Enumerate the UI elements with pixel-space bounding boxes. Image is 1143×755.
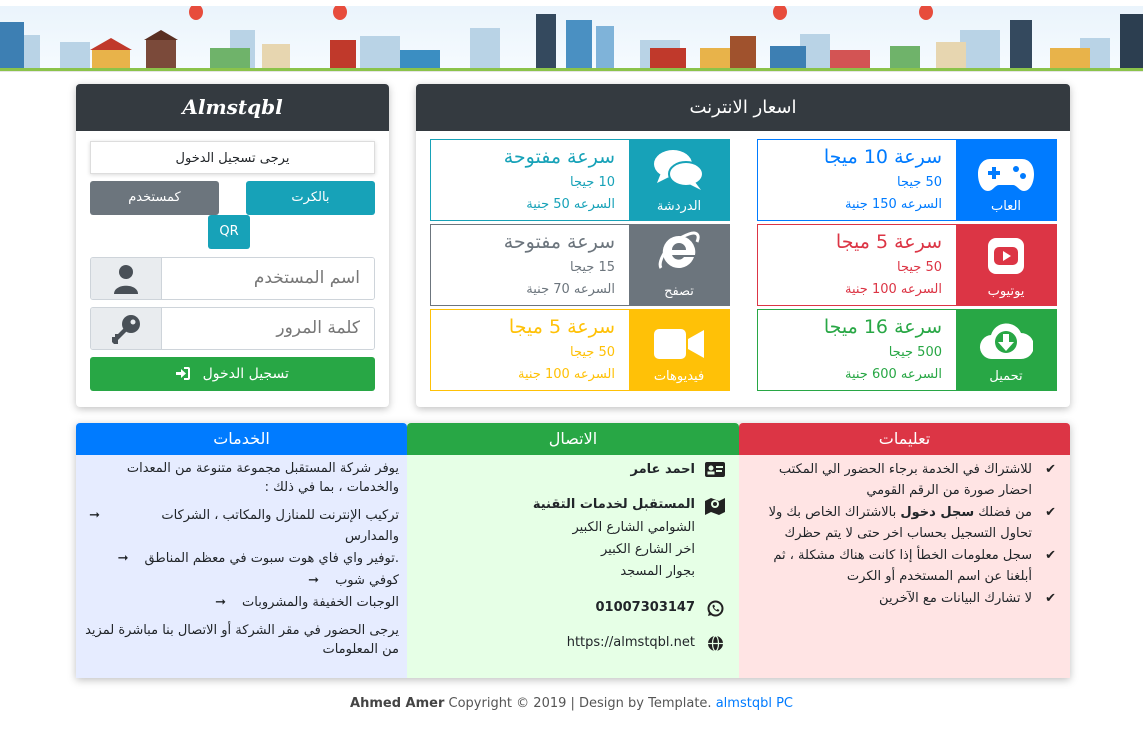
contact-website[interactable]: https://almstqbl.net bbox=[567, 632, 695, 653]
price-tile-chat[interactable]: الدردشة سرعة مفتوحة 10 جيجا السرعه 50 جن… bbox=[430, 139, 730, 221]
browser-icon bbox=[658, 231, 700, 269]
price-tile-browsing[interactable]: تصفح سرعة مفتوحة 15 جيجا السرعه 70 جنية bbox=[430, 224, 730, 306]
arrow-right-icon: ➞ bbox=[117, 551, 129, 566]
list-item: ✔ لا تشارك البيانات مع الآخرين bbox=[749, 588, 1056, 609]
tile-label: فيديوهات bbox=[653, 369, 705, 384]
services-intro: يوفر شركة المستقبل مجموعة متنوعة من المع… bbox=[126, 461, 399, 495]
address-line: بجوار المسجد bbox=[620, 564, 695, 579]
city-banner bbox=[0, 0, 1143, 72]
globe-icon bbox=[705, 632, 725, 653]
tile-speed: سرعة مفتوحة bbox=[503, 146, 615, 168]
footer-text: Copyright © 2019 | Design by Template. bbox=[444, 696, 716, 711]
tile-quota: 50 جيجا bbox=[897, 260, 942, 275]
tile-label: تحميل bbox=[989, 369, 1023, 384]
user-login-button[interactable]: كمستخدم bbox=[90, 181, 219, 215]
tile-speed: سرعة 10 ميجا bbox=[823, 146, 942, 168]
tile-price: السرعه 100 جنية bbox=[844, 282, 942, 297]
cloud-download-icon bbox=[980, 323, 1033, 360]
tile-label: الدردشة bbox=[656, 199, 702, 214]
price-tile-videos[interactable]: فيديوهات سرعة 5 ميجا 50 جيجا السرعه 100 … bbox=[430, 309, 730, 391]
tile-price: السرعه 50 جنية bbox=[526, 197, 615, 212]
tile-quota: 50 جيجا bbox=[570, 345, 615, 360]
contact-phone[interactable]: 01007303147 bbox=[596, 597, 696, 618]
tile-quota: 15 جيجا bbox=[570, 260, 615, 275]
username-field[interactable]: اسم المستخدم bbox=[90, 257, 375, 300]
tile-speed: سرعة مفتوحة bbox=[503, 231, 615, 253]
check-icon: ✔ bbox=[1045, 591, 1056, 606]
footer: Ahmed Amer Copyright © 2019 | Design by … bbox=[0, 696, 1143, 711]
tile-price: السرعه 70 جنية bbox=[526, 282, 615, 297]
list-item: كوفي شوب ➞ bbox=[84, 570, 399, 591]
tile-label: يوتيوب bbox=[987, 284, 1025, 299]
price-tile-games[interactable]: العاب سرعة 10 ميجا 50 جيجا السرعه 150 جن… bbox=[757, 139, 1057, 221]
password-input[interactable]: كلمة المرور bbox=[162, 308, 374, 349]
tile-price: السرعه 600 جنية bbox=[844, 367, 942, 382]
id-card-icon bbox=[705, 459, 725, 480]
tile-speed: سرعة 16 ميجا bbox=[823, 316, 942, 338]
contact-title: الاتصال bbox=[407, 423, 739, 455]
check-icon: ✔ bbox=[1045, 505, 1056, 520]
arrow-right-icon: ➞ bbox=[89, 508, 100, 523]
chat-icon bbox=[654, 150, 704, 190]
user-icon bbox=[91, 258, 162, 299]
key-icon bbox=[91, 308, 162, 349]
brand-title: Almstqbl bbox=[76, 84, 389, 131]
services-title: الخدمات bbox=[76, 423, 407, 455]
tile-price: السرعه 100 جنية bbox=[517, 367, 615, 382]
tile-quota: 10 جيجا bbox=[570, 175, 615, 190]
sign-in-icon bbox=[176, 359, 191, 393]
tile-price: السرعه 150 جنية bbox=[844, 197, 942, 212]
login-panel: Almstqbl يرجى تسجيل الدخول بالكرت كمستخد… bbox=[76, 84, 389, 407]
address-line: الشوامي الشارع الكبير bbox=[572, 520, 696, 535]
list-item: ✔ من فضلك سجل دخول بالاشتراك الخاص بك ولا… bbox=[749, 502, 1056, 544]
password-field[interactable]: كلمة المرور bbox=[90, 307, 375, 350]
tile-quota: 500 جيجا bbox=[888, 345, 942, 360]
contact-company: المستقبل لخدمات التقنية bbox=[532, 497, 695, 512]
address-line: اخر الشارع الكبير bbox=[600, 542, 695, 557]
city-skyline-illustration bbox=[0, 4, 1143, 71]
instructions-title: تعليمات bbox=[739, 423, 1070, 455]
login-button[interactable]: تسجيل الدخول bbox=[90, 357, 375, 391]
check-icon: ✔ bbox=[1045, 548, 1056, 563]
tile-quota: 50 جيجا bbox=[897, 175, 942, 190]
internet-prices-panel: اسعار الانترنت العاب سرعة 10 ميجا 50 جيج… bbox=[416, 84, 1070, 407]
qr-login-button[interactable]: QR bbox=[208, 215, 250, 249]
login-button-label: تسجيل الدخول bbox=[202, 366, 289, 382]
tile-label: تصفح bbox=[664, 284, 694, 299]
tile-speed: سرعة 5 ميجا bbox=[835, 231, 942, 253]
login-notice: يرجى تسجيل الدخول bbox=[90, 141, 375, 174]
check-icon: ✔ bbox=[1045, 462, 1056, 477]
list-item: الوجبات الخفيفة والمشروبات ➞ bbox=[84, 592, 399, 613]
card-login-button[interactable]: بالكرت bbox=[246, 181, 375, 215]
footer-author: Ahmed Amer bbox=[350, 696, 445, 711]
gamepad-icon bbox=[978, 159, 1034, 191]
map-marker-icon bbox=[705, 494, 725, 515]
list-item: ✔ للاشتراك في الخدمة برجاء الحضور الي الم… bbox=[749, 459, 1056, 501]
contact-name: احمد عامر bbox=[630, 462, 695, 477]
services-column: الخدمات يوفر شركة المستقبل مجموعة متنوعة… bbox=[76, 423, 407, 678]
arrow-right-icon: ➞ bbox=[308, 573, 320, 588]
list-item: تركيب الإنترنت للمنازل والمكاتب ، الشركا… bbox=[84, 505, 399, 547]
whatsapp-icon bbox=[705, 597, 725, 618]
username-input[interactable]: اسم المستخدم bbox=[162, 258, 374, 299]
services-outro: يرجى الحضور في مقر الشركة أو الاتصال بنا… bbox=[85, 623, 399, 657]
list-item: ✔ سجل معلومات الخطأ إذا كانت هناك مشكلة ،… bbox=[749, 545, 1056, 587]
arrow-right-icon: ➞ bbox=[215, 595, 227, 610]
contact-column: الاتصال احمد عامر المستقبل لخدمات التقني… bbox=[407, 423, 739, 678]
info-section: الخدمات يوفر شركة المستقبل مجموعة متنوعة… bbox=[76, 423, 1070, 678]
footer-link[interactable]: almstqbl PC bbox=[716, 696, 793, 711]
youtube-icon bbox=[988, 238, 1024, 274]
list-item: .توفير واي فاي هوت سبوت في معظم المناطق ➞ bbox=[84, 548, 399, 569]
instructions-column: تعليمات ✔ للاشتراك في الخدمة برجاء الحضور… bbox=[739, 423, 1070, 678]
video-camera-icon bbox=[654, 329, 704, 359]
tile-label: العاب bbox=[990, 199, 1022, 214]
prices-title: اسعار الانترنت bbox=[416, 84, 1070, 131]
price-tile-download[interactable]: تحميل سرعة 16 ميجا 500 جيجا السرعه 600 ج… bbox=[757, 309, 1057, 391]
price-tile-youtube[interactable]: يوتيوب سرعة 5 ميجا 50 جيجا السرعه 100 جن… bbox=[757, 224, 1057, 306]
tile-speed: سرعة 5 ميجا bbox=[508, 316, 615, 338]
